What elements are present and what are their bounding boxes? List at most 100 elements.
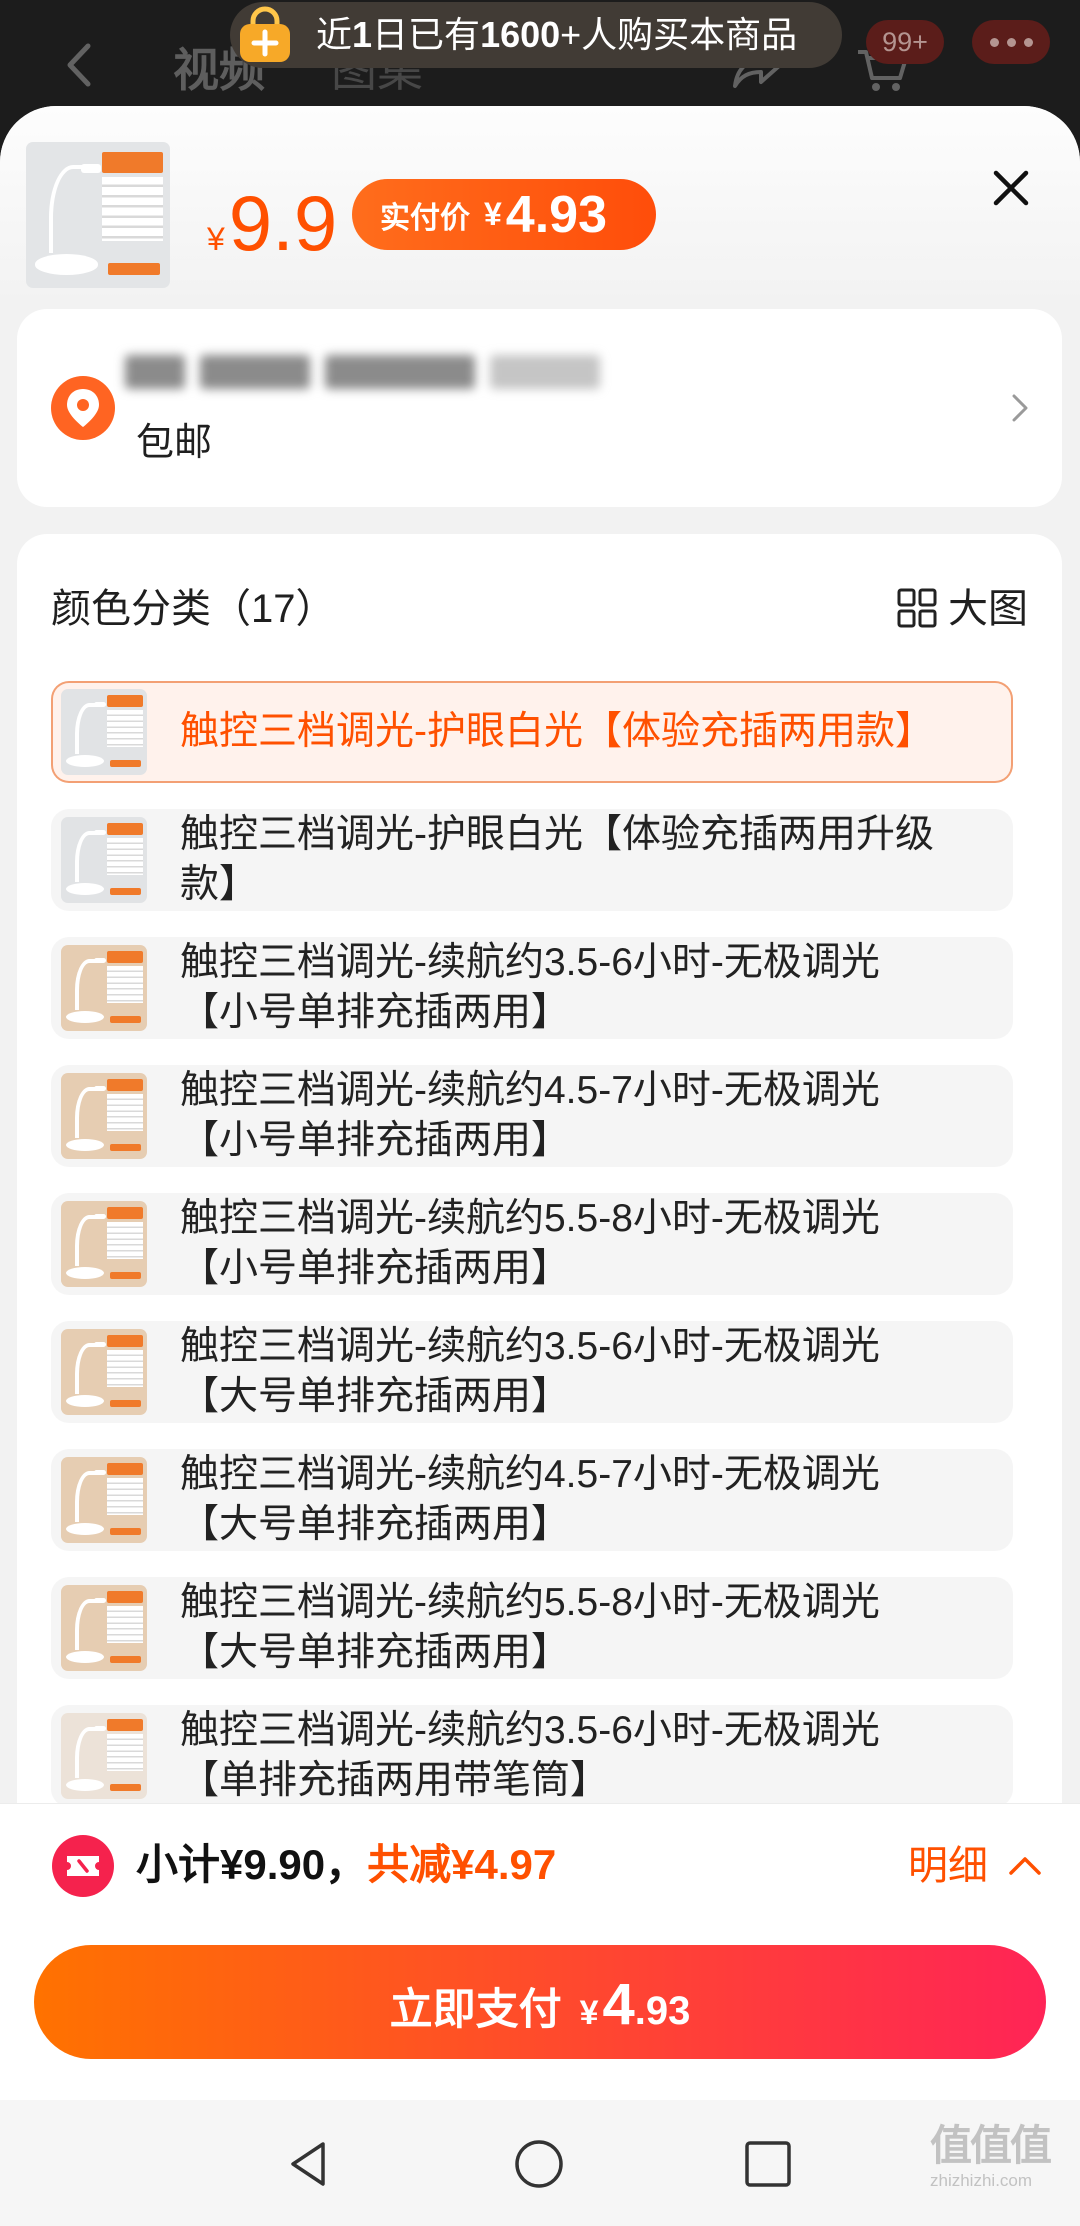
thumbnail-strip [110,1656,141,1664]
thumbnail-feature-list [106,837,143,876]
thumbnail-banner [106,1463,143,1476]
thumbnail-banner [106,951,143,964]
thumbnail-lamp-arm [74,1342,99,1395]
option-label: 触控三档调光-续航约3.5-6小时-无极调光 【大号单排充插两用】 [180,1321,1000,1423]
nav-home-icon[interactable] [513,2138,565,2190]
option-thumbnail [61,945,147,1031]
thumbnail-banner [106,1079,143,1092]
thumbnail-lamp-head [93,1725,106,1732]
option-label-line: 触控三档调光-护眼白光【体验充插两用款】 [180,710,934,753]
screen: 视频 图集 99+ 近1日已有1600+人购买本商品 ¥9.9 实付价 ¥ 4.… [0,0,1080,2226]
option-label-line: 【大号单排充插两用】 [180,1375,571,1418]
thumbnail-feature-list [106,1605,143,1644]
option-label-line: 【单排充插两用带笔筒】 [180,1759,610,1802]
thumbnail-feature-list [106,1093,143,1132]
thumbnail-lamp-base [66,1395,104,1408]
thumbnail-feature-list [102,177,163,242]
thumbnail-lamp-head [93,1213,106,1220]
thumbnail-lamp-base [66,883,104,896]
option-label-line: 触控三档调光-续航约5.5-8小时-无极调光 [180,1197,880,1240]
cart-badge: 99+ [866,20,944,64]
discount-text: 共减¥4.97 [367,1841,557,1888]
thumbnail-banner [106,1591,143,1604]
pay-now-button[interactable]: 立即支付 ¥4.93 [34,1945,1046,2059]
option-label: 触控三档调光-续航约4.5-7小时-无极调光 【小号单排充插两用】 [180,1065,1000,1167]
purchase-count-text: 近1日已有1600+人购买本商品 [316,2,797,68]
sku-selection-sheet: ¥9.9 实付价 ¥4.93 包邮 颜色分类（17） 大图 触控三档调光-护眼白… [0,106,1080,2100]
option-label-line: 【大号单排充插两用】 [180,1503,571,1546]
more-dots-icon[interactable] [972,20,1050,64]
nav-recent-icon[interactable] [742,2138,794,2190]
thumbnail-banner [106,1335,143,1348]
thumbnail-lamp-arm [74,1598,99,1651]
subtotal-row: 小计¥9.90， 共减¥4.97 [136,1841,556,1889]
address-card[interactable]: 包邮 [17,309,1062,507]
chevron-right-icon[interactable] [1010,393,1030,423]
banner-buyer-count: 1600 [480,14,561,55]
chevron-up-icon[interactable] [1008,1854,1042,1876]
thumbnail-strip [108,263,160,275]
thumbnail-lamp-head [93,701,106,708]
close-icon[interactable] [993,170,1029,206]
color-options-card: 颜色分类（17） 大图 触控三档调光-护眼白光【体验充插两用款】触控三档调光-护… [17,534,1062,1834]
thumbnail-lamp-head [93,957,106,964]
option-label-line: 触控三档调光-续航约3.5-6小时-无极调光 [180,1709,880,1752]
watermark: 值值值 zhizhizhi.com [930,2122,1075,2192]
option-label-line: 【大号单排充插两用】 [180,1631,571,1674]
thumbnail-strip [110,1784,141,1792]
thumbnail-feature-list [106,1349,143,1388]
banner-days: 1 [352,14,373,55]
option-label: 触控三档调光-续航约5.5-8小时-无极调光 【小号单排充插两用】 [180,1193,1000,1295]
thumbnail-lamp-arm [74,1086,99,1139]
option-item[interactable]: 触控三档调光-续航约4.5-7小时-无极调光 【大号单排充插两用】 [51,1449,1013,1551]
list-price: ¥9.9 [207,184,337,278]
pay-currency: ¥ [579,1994,599,2032]
option-item[interactable]: 触控三档调光-续航约5.5-8小时-无极调光 【小号单排充插两用】 [51,1193,1013,1295]
thumbnail-feature-list [106,709,143,748]
watermark-site: zhizhizhi.com [930,2171,1033,2190]
nav-back-icon[interactable] [283,2138,335,2190]
thumbnail-banner [106,695,143,708]
pay-button-label: 立即支付 [389,1986,562,2034]
option-item[interactable]: 触控三档调光-续航约3.5-6小时-无极调光 【单排充插两用带笔筒】 [51,1705,1013,1807]
shopping-bag-icon [240,6,290,62]
thumbnail-strip [110,1016,141,1024]
actual-price-label: 实付价 [380,201,470,235]
product-thumbnail[interactable] [26,142,170,288]
option-item[interactable]: 触控三档调光-续航约4.5-7小时-无极调光 【小号单排充插两用】 [51,1065,1013,1167]
option-label-line: 触控三档调光-续航约3.5-6小时-无极调光 [180,1325,880,1368]
option-item[interactable]: 触控三档调光-续航约3.5-6小时-无极调光 【小号单排充插两用】 [51,937,1013,1039]
option-item-selected[interactable]: 触控三档调光-护眼白光【体验充插两用款】 [51,681,1013,783]
banner-text-1: 近 [316,14,353,55]
thumbnail-strip [110,1528,141,1536]
option-item[interactable]: 触控三档调光-续航约3.5-6小时-无极调光 【大号单排充插两用】 [51,1321,1013,1423]
option-thumbnail [61,1713,147,1799]
option-label: 触控三档调光-续航约3.5-6小时-无极调光 【单排充插两用带笔筒】 [180,1705,1000,1807]
option-item[interactable]: 触控三档调光-护眼白光【体验充插两用升级 款】 [51,809,1013,911]
thumbnail-lamp-base [34,254,98,275]
thumbnail-strip [110,888,141,896]
back-arrow-icon[interactable] [60,40,100,90]
thumbnail-lamp-head [93,1341,106,1348]
thumbnail-lamp-base [66,1139,104,1152]
options-title: 颜色分类（17） [51,587,336,631]
large-view-toggle[interactable]: 大图 [948,585,1028,633]
grid-icon[interactable] [897,588,937,628]
thumbnail-lamp-base [66,1011,104,1024]
option-thumbnail [61,689,147,775]
detail-toggle[interactable]: 明细 [908,1843,988,1889]
thumbnail-banner [102,152,163,173]
thumbnail-feature-list [106,1477,143,1516]
option-item[interactable]: 触控三档调光-续航约5.5-8小时-无极调光 【大号单排充插两用】 [51,1577,1013,1679]
shipping-label: 包邮 [136,422,213,464]
option-thumbnail [61,1457,147,1543]
option-label-line: 【小号单排充插两用】 [180,991,571,1034]
option-label: 触控三档调光-护眼白光【体验充插两用款】 [180,681,1000,783]
option-label-line: 触控三档调光-续航约5.5-8小时-无极调光 [180,1581,880,1624]
thumbnail-feature-list [106,965,143,1004]
option-label: 触控三档调光-续航约3.5-6小时-无极调光 【小号单排充插两用】 [180,937,1000,1039]
option-label: 触控三档调光-续航约5.5-8小时-无极调光 【大号单排充插两用】 [180,1577,1000,1679]
option-label-line: 触控三档调光-续航约4.5-7小时-无极调光 [180,1069,880,1112]
thumbnail-feature-list [106,1221,143,1260]
location-pin-icon [51,376,115,440]
